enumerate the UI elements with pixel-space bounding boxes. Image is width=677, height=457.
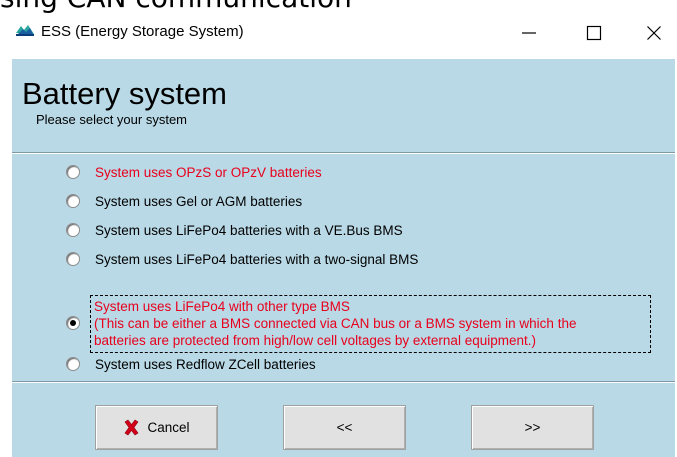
radio-button-icon[interactable] [66, 223, 80, 237]
back-label: << [336, 420, 353, 435]
option-label: System uses Gel or AGM batteries [95, 193, 303, 209]
radio-button-icon[interactable] [66, 357, 80, 371]
radio-button-checked-icon[interactable] [66, 316, 80, 330]
option-redflow-zcell[interactable]: System uses Redflow ZCell batteries [66, 353, 316, 375]
option-label-selected[interactable]: System uses LiFePo4 with other type BMS … [94, 298, 654, 349]
radio-button-icon[interactable] [66, 165, 80, 179]
maximize-button[interactable] [566, 14, 622, 52]
minimize-icon [522, 32, 536, 34]
option-label: System uses Redflow ZCell batteries [95, 356, 316, 372]
window-title: ESS (Energy Storage System) [41, 23, 244, 40]
option-label: System uses LiFePo4 batteries with a VE.… [95, 222, 403, 238]
cancel-label: Cancel [147, 420, 190, 435]
minimize-button[interactable] [501, 14, 557, 52]
option-label-line: System uses LiFePo4 with other type BMS [94, 299, 350, 314]
bottom-divider [12, 381, 675, 383]
page-title: Battery system [22, 76, 227, 111]
ess-wizard-window: ESS (Energy Storage System) Battery syst… [0, 14, 677, 457]
radio-button-icon[interactable] [66, 252, 80, 266]
close-icon [647, 26, 661, 40]
back-button[interactable]: << [283, 405, 406, 450]
next-label: >> [524, 420, 541, 435]
option-label: System uses OPzS or OPzV batteries [95, 164, 322, 180]
top-divider [12, 152, 675, 154]
close-button[interactable] [626, 14, 677, 52]
next-button[interactable]: >> [471, 405, 594, 450]
option-label-line: (This can be either a BMS connected via … [94, 316, 577, 331]
cancel-button[interactable]: Cancel [95, 405, 218, 450]
maximize-icon [586, 25, 602, 41]
red-x-icon [123, 419, 140, 436]
title-bar[interactable]: ESS (Energy Storage System) [0, 14, 677, 52]
option-label: System uses LiFePo4 batteries with a two… [95, 251, 419, 267]
option-gel-agm[interactable]: System uses Gel or AGM batteries [66, 190, 302, 212]
option-lifepo4-two-signal-bms[interactable]: System uses LiFePo4 batteries with a two… [66, 248, 418, 270]
option-label-line: batteries are protected from high/low ce… [94, 333, 536, 348]
wizard-content: Battery system Please select your system… [12, 59, 675, 457]
option-opzs-opzv[interactable]: System uses OPzS or OPzV batteries [66, 161, 322, 183]
app-logo-icon [15, 23, 35, 37]
option-lifepo4-other-bms[interactable] [66, 312, 80, 334]
page-subtitle: Please select your system [36, 112, 188, 127]
option-lifepo4-vebus-bms[interactable]: System uses LiFePo4 batteries with a VE.… [66, 219, 403, 241]
radio-button-icon[interactable] [66, 194, 80, 208]
